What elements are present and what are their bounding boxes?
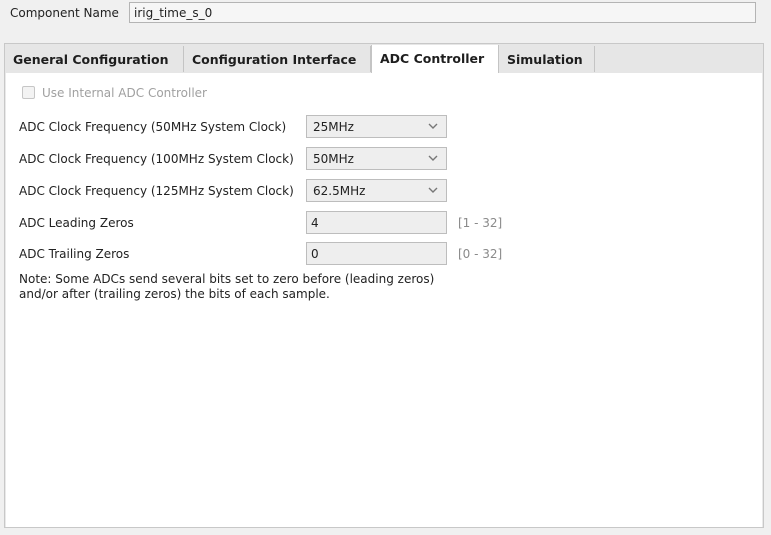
clock-125mhz-value: 62.5MHz xyxy=(313,184,366,198)
tab-bar: General Configuration Configuration Inte… xyxy=(5,44,763,73)
clock-100mhz-label: ADC Clock Frequency (100MHz System Clock… xyxy=(19,152,294,166)
adc-note-line-1: Note: Some ADCs send several bits set to… xyxy=(19,272,435,286)
adc-controller-content: Use Internal ADC Controller ADC Clock Fr… xyxy=(6,73,762,527)
tab-configuration-interface[interactable]: Configuration Interface xyxy=(184,46,371,72)
component-name-label: Component Name xyxy=(10,6,119,20)
trailing-zeros-range: [0 - 32] xyxy=(458,247,503,261)
chevron-down-icon xyxy=(428,187,438,193)
component-name-row: Component Name xyxy=(0,0,771,26)
clock-125mhz-select[interactable]: 62.5MHz xyxy=(306,179,447,202)
configuration-panel: General Configuration Configuration Inte… xyxy=(4,43,764,528)
clock-50mhz-select[interactable]: 25MHz xyxy=(306,115,447,138)
clock-125mhz-label: ADC Clock Frequency (125MHz System Clock… xyxy=(19,184,294,198)
component-name-input[interactable] xyxy=(129,2,756,23)
adc-note-line-2: and/or after (trailing zeros) the bits o… xyxy=(19,287,330,301)
clock-50mhz-label: ADC Clock Frequency (50MHz System Clock) xyxy=(19,120,287,134)
use-internal-adc-label: Use Internal ADC Controller xyxy=(42,86,207,100)
leading-zeros-input[interactable]: 4 xyxy=(306,211,447,234)
use-internal-adc-checkbox[interactable] xyxy=(22,86,35,99)
tab-simulation[interactable]: Simulation xyxy=(499,46,595,72)
trailing-zeros-label: ADC Trailing Zeros xyxy=(19,247,130,261)
trailing-zeros-input[interactable]: 0 xyxy=(306,242,447,265)
clock-100mhz-select[interactable]: 50MHz xyxy=(306,147,447,170)
leading-zeros-range: [1 - 32] xyxy=(458,216,503,230)
tab-general-configuration[interactable]: General Configuration xyxy=(5,46,184,72)
trailing-zeros-value: 0 xyxy=(311,247,319,261)
clock-50mhz-value: 25MHz xyxy=(313,120,354,134)
adc-note: Note: Some ADCs send several bits set to… xyxy=(19,272,479,302)
leading-zeros-label: ADC Leading Zeros xyxy=(19,216,134,230)
chevron-down-icon xyxy=(428,155,438,161)
tab-adc-controller[interactable]: ADC Controller xyxy=(371,45,499,73)
chevron-down-icon xyxy=(428,123,438,129)
leading-zeros-value: 4 xyxy=(311,216,319,230)
clock-100mhz-value: 50MHz xyxy=(313,152,354,166)
